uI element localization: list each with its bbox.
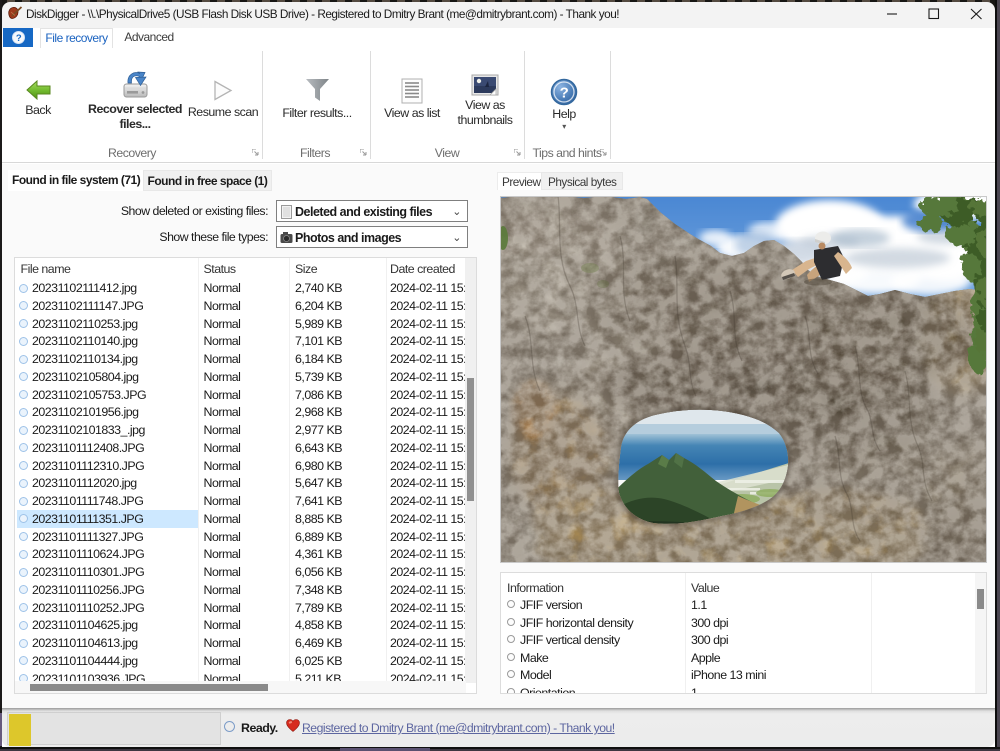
svg-text:?: ? — [15, 32, 21, 43]
svg-text:?: ? — [560, 85, 569, 102]
